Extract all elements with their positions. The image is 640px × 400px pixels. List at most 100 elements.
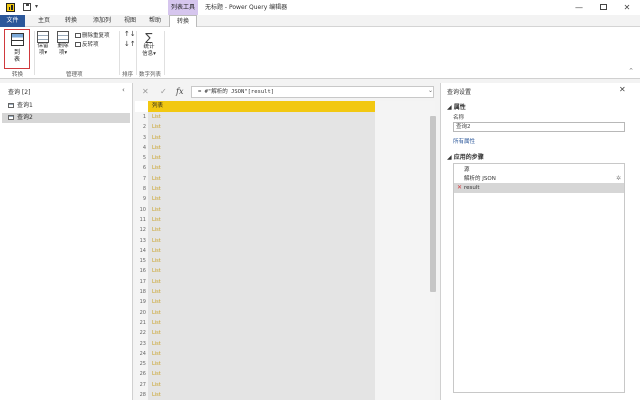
tab-view[interactable]: 视图 <box>120 15 140 27</box>
formula-cancel-icon[interactable]: ✕ <box>142 86 149 98</box>
formula-commit-icon[interactable]: ✓ <box>160 86 167 98</box>
query-name-input[interactable]: 查询2 <box>453 122 625 132</box>
list-cell[interactable]: List <box>152 205 161 215</box>
list-cell[interactable]: List <box>152 318 161 328</box>
tab-transform[interactable]: 转换 <box>60 15 82 27</box>
tab-file[interactable]: 文件 <box>0 15 25 27</box>
query-item-selected[interactable]: 查询2 <box>2 113 130 123</box>
table-row[interactable]: 25 List <box>135 359 375 369</box>
table-row[interactable]: 28 List <box>135 390 375 400</box>
list-cell[interactable]: List <box>152 133 161 143</box>
list-cell[interactable]: List <box>152 236 161 246</box>
table-row[interactable]: 20 List <box>135 308 375 318</box>
column-header[interactable]: 列表 <box>148 101 375 112</box>
save-icon[interactable] <box>23 3 31 11</box>
table-row[interactable]: 15 List <box>135 256 375 266</box>
table-row[interactable]: 5 List <box>135 153 375 163</box>
query-item[interactable]: 查询1 <box>2 101 130 111</box>
table-row[interactable]: 7 List <box>135 174 375 184</box>
table-row[interactable]: 8 List <box>135 184 375 194</box>
list-cell[interactable]: List <box>152 349 161 359</box>
list-cell[interactable]: List <box>152 225 161 235</box>
table-row[interactable]: 17 List <box>135 277 375 287</box>
gear-icon[interactable]: ✲ <box>616 175 621 182</box>
table-row[interactable]: 6 List <box>135 163 375 173</box>
tab-add-column[interactable]: 添加列 <box>87 15 117 27</box>
table-row[interactable]: 22 List <box>135 328 375 338</box>
list-cell[interactable]: List <box>152 308 161 318</box>
list-cell[interactable]: List <box>152 163 161 173</box>
table-row[interactable]: 19 List <box>135 297 375 307</box>
table-row[interactable]: 1 List <box>135 112 375 122</box>
applied-steps-heading[interactable]: ◢ 应用的步骤 <box>447 152 484 161</box>
close-button[interactable]: ✕ <box>616 0 638 15</box>
list-cell[interactable]: List <box>152 174 161 184</box>
vertical-scrollbar[interactable] <box>430 116 436 292</box>
step-result-selected[interactable]: ✕ result <box>454 183 624 193</box>
list-cell[interactable]: List <box>152 143 161 153</box>
table-row[interactable]: 24 List <box>135 349 375 359</box>
properties-section-heading[interactable]: ◢ 属性 <box>447 102 466 111</box>
row-number: 4 <box>142 144 146 151</box>
list-cell[interactable]: List <box>152 369 161 379</box>
quick-access-dropdown-icon[interactable]: ▾ <box>35 3 38 10</box>
all-properties-link[interactable]: 所有属性 <box>453 137 475 145</box>
tab-home[interactable]: 主页 <box>33 15 55 27</box>
list-cell[interactable]: List <box>152 194 161 204</box>
list-cell[interactable]: List <box>152 339 161 349</box>
delete-step-icon[interactable]: ✕ <box>457 184 462 191</box>
list-cell[interactable]: List <box>152 215 161 225</box>
table-row[interactable]: 23 List <box>135 339 375 349</box>
list-cell[interactable]: List <box>152 380 161 390</box>
statistics-button[interactable]: ∑ 统计 信息▾ <box>142 31 156 58</box>
keep-items-button[interactable]: 保留 项▾ <box>36 31 50 57</box>
list-cell[interactable]: List <box>152 390 161 400</box>
list-cell[interactable]: List <box>152 297 161 307</box>
list-cell[interactable]: List <box>152 184 161 194</box>
row-number: 12 <box>139 227 146 234</box>
row-number: 13 <box>139 237 146 244</box>
list-cell[interactable]: List <box>152 153 161 163</box>
remove-items-label: 删除 项▾ <box>57 43 69 56</box>
maximize-button[interactable] <box>592 0 614 15</box>
tab-help[interactable]: 帮助 <box>145 15 165 27</box>
list-cell[interactable]: List <box>152 277 161 287</box>
remove-duplicates-button[interactable]: 删除重复项 <box>75 31 110 39</box>
table-row[interactable]: 10 List <box>135 205 375 215</box>
ribbon-collapse-icon[interactable]: ⌃ <box>628 67 634 75</box>
list-cell[interactable]: List <box>152 112 161 122</box>
minimize-button[interactable]: — <box>568 0 590 15</box>
table-row[interactable]: 26 List <box>135 369 375 379</box>
table-row[interactable]: 12 List <box>135 225 375 235</box>
list-cell[interactable]: List <box>152 246 161 256</box>
list-cell[interactable]: List <box>152 328 161 338</box>
query-item-label: 查询2 <box>17 114 33 121</box>
table-row[interactable]: 2 List <box>135 122 375 132</box>
close-icon[interactable]: ✕ <box>619 85 626 94</box>
reverse-items-button[interactable]: 反转项 <box>75 40 99 48</box>
table-row[interactable]: 4 List <box>135 143 375 153</box>
collapse-pane-icon[interactable]: ‹ <box>122 86 125 94</box>
table-row[interactable]: 16 List <box>135 266 375 276</box>
to-table-button[interactable]: 到 表 <box>4 29 30 69</box>
sort-ascending-button[interactable]: ↑↓ <box>124 30 136 38</box>
table-row[interactable]: 18 List <box>135 287 375 297</box>
table-row[interactable]: 13 List <box>135 236 375 246</box>
table-row[interactable]: 14 List <box>135 246 375 256</box>
table-row[interactable]: 9 List <box>135 194 375 204</box>
grid-corner[interactable] <box>135 101 148 112</box>
table-row[interactable]: 11 List <box>135 215 375 225</box>
formula-expand-icon[interactable]: ⌄ <box>428 87 433 94</box>
list-cell[interactable]: List <box>152 256 161 266</box>
formula-input[interactable]: = #"解析的 JSON"[result] <box>191 86 434 98</box>
table-row[interactable]: 27 List <box>135 380 375 390</box>
list-cell[interactable]: List <box>152 287 161 297</box>
table-row[interactable]: 3 List <box>135 133 375 143</box>
list-cell[interactable]: List <box>152 122 161 132</box>
fx-icon[interactable]: fx <box>176 86 183 98</box>
remove-items-button[interactable]: 删除 项▾ <box>56 31 70 57</box>
list-cell[interactable]: List <box>152 359 161 369</box>
sort-descending-button[interactable]: ↓↑ <box>124 40 136 48</box>
list-cell[interactable]: List <box>152 266 161 276</box>
table-row[interactable]: 21 List <box>135 318 375 328</box>
